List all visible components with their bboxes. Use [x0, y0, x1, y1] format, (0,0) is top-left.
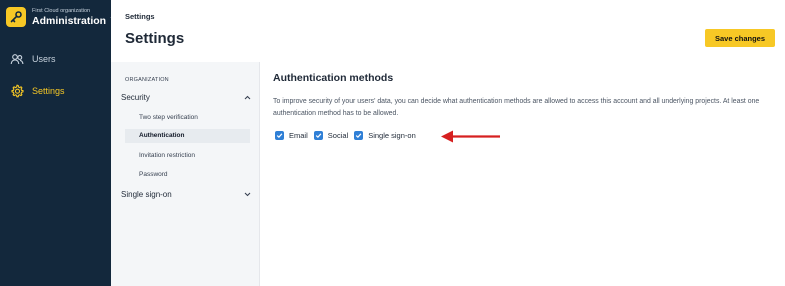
gear-icon: [11, 84, 24, 98]
app-sidebar: First Cloud organization Administration …: [0, 0, 117, 286]
subnav-item-invitation-restriction[interactable]: Invitation restriction: [125, 149, 250, 163]
subnav-group-label: Security: [121, 93, 150, 102]
org-title: Administration: [32, 14, 107, 27]
page-title: Settings: [125, 30, 185, 47]
email-checkbox[interactable]: Email: [275, 131, 308, 140]
section-heading: ORGANIZATION: [125, 77, 169, 83]
org-logo: [6, 7, 26, 27]
sidebar-item-label: Settings: [32, 86, 65, 96]
checkbox-checked-icon: [275, 131, 284, 140]
auth-methods-group: Email Social Single sign-on: [275, 131, 422, 140]
annotation-arrow-icon: [441, 130, 500, 143]
subnav-item-authentication[interactable]: Authentication: [125, 129, 250, 143]
subnav-item-password[interactable]: Password: [125, 168, 250, 182]
breadcrumb[interactable]: Settings: [125, 12, 155, 21]
users-icon: [10, 54, 24, 65]
subnav-group-label: Single sign-on: [121, 190, 172, 199]
sidebar-item-settings[interactable]: Settings: [10, 84, 65, 98]
chevron-down-icon: [244, 192, 251, 197]
subnav-group-single-sign-on[interactable]: Single sign-on: [121, 190, 251, 199]
checkbox-checked-icon: [313, 131, 323, 140]
sidebar-item-users[interactable]: Users: [10, 52, 56, 66]
org-subtitle: First Cloud organization: [32, 7, 91, 14]
checkbox-label: Social: [327, 131, 349, 140]
section-description: To improve security of your users' data,…: [273, 98, 760, 117]
sidebar-item-label: Users: [32, 54, 56, 64]
save-changes-button[interactable]: Save changes: [705, 29, 775, 47]
chevron-down-icon: [110, 16, 117, 20]
checkbox-label: Email: [289, 131, 308, 140]
settings-subnav: ORGANIZATION Security Two step verificat…: [111, 62, 260, 286]
checkbox-checked-icon: [354, 131, 364, 140]
section-title: Authentication methods: [273, 72, 394, 84]
checkbox-label: Single sign-on: [368, 131, 416, 140]
single-sign-on-checkbox[interactable]: Single sign-on: [354, 131, 416, 140]
social-checkbox[interactable]: Social: [313, 131, 349, 140]
org-switcher[interactable]: First Cloud organization Administration: [6, 7, 117, 27]
subnav-item-two-step-verification[interactable]: Two step verification: [125, 111, 250, 125]
chevron-up-icon: [244, 95, 251, 100]
subnav-group-security[interactable]: Security: [121, 93, 251, 102]
key-icon: [10, 11, 22, 23]
